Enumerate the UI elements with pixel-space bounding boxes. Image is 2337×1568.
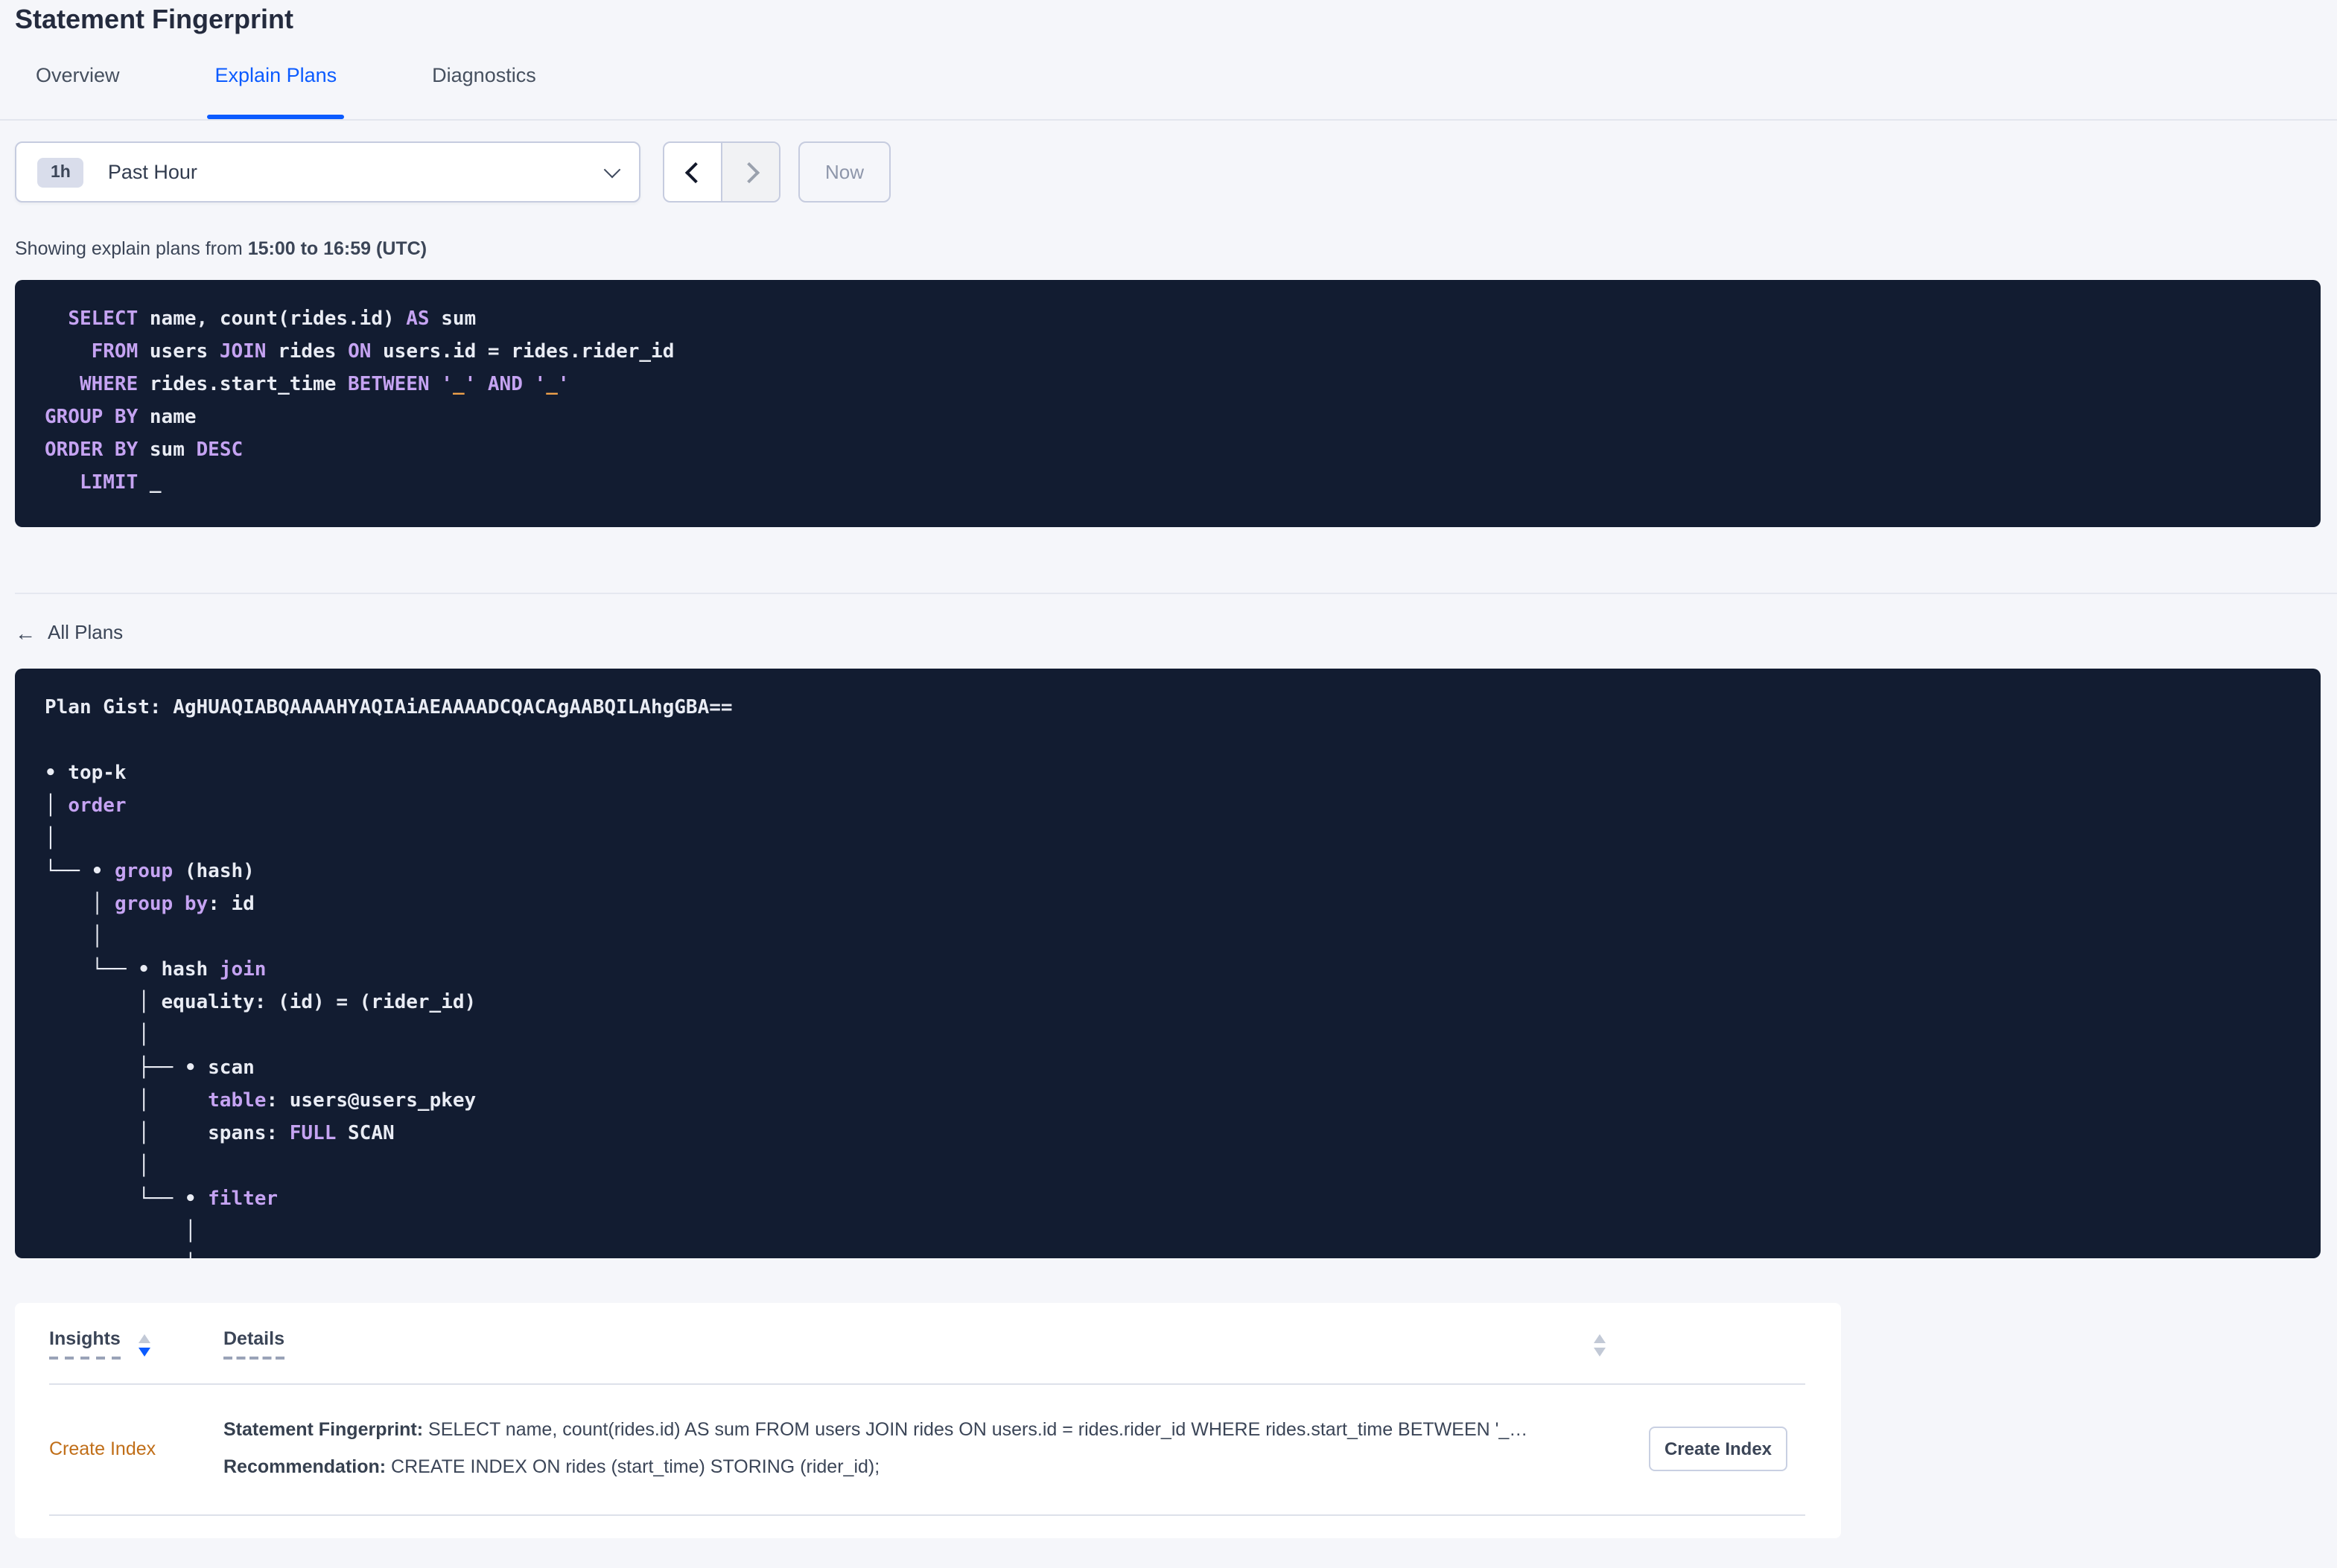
all-plans-back-link[interactable]: ← All Plans (15, 619, 123, 646)
time-controls: 1h Past Hour Now (15, 141, 2337, 203)
tab-bar: Overview Explain Plans Diagnostics (0, 54, 2337, 121)
recommendation-label: Recommendation: (223, 1456, 387, 1477)
back-arrow-icon: ← (15, 621, 36, 645)
page-title: Statement Fingerprint (15, 4, 294, 34)
sort-icon-insights[interactable] (138, 1334, 150, 1356)
time-range-summary: Showing explain plans from 15:00 to 16:5… (15, 238, 2337, 261)
statement-fingerprint-page: Statement Fingerprint Overview Explain P… (0, 0, 2337, 1568)
create-index-button[interactable]: Create Index (1649, 1427, 1787, 1471)
statement-fingerprint-label: Statement Fingerprint: (223, 1419, 424, 1440)
all-plans-label: All Plans (48, 621, 124, 643)
details-header-label[interactable]: Details (223, 1328, 284, 1360)
create-index-link[interactable]: Create Index (49, 1438, 156, 1459)
sort-asc-triangle (138, 1334, 150, 1343)
prev-time-button[interactable] (664, 143, 721, 201)
recommendation-text: CREATE INDEX ON rides (start_time) STORI… (386, 1456, 880, 1477)
time-range-select[interactable]: 1h Past Hour (15, 141, 640, 203)
statement-fingerprint-text: SELECT name, count(rides.id) AS sum FROM… (423, 1419, 1528, 1440)
details-column-header[interactable]: Details (223, 1328, 1619, 1360)
statement-fingerprint-line: Statement Fingerprint: SELECT name, coun… (223, 1419, 1619, 1441)
summary-range: 15:00 to 16:59 (UTC) (247, 238, 427, 259)
insights-header-label[interactable]: Insights (49, 1328, 121, 1360)
time-range-badge: 1h (37, 157, 84, 187)
details-cell: Statement Fingerprint: SELECT name, coun… (223, 1419, 1619, 1479)
section-divider (15, 593, 2337, 594)
sql-statement-box: SELECT name, count(rides.id) AS sum FROM… (15, 280, 2321, 527)
sort-desc-triangle (1594, 1347, 1606, 1356)
time-step-buttons (663, 141, 780, 203)
next-time-button[interactable] (721, 143, 779, 201)
insight-cell: Create Index (49, 1438, 223, 1459)
recommendation-line: Recommendation: CREATE INDEX ON rides (s… (223, 1456, 1619, 1479)
insights-column-header[interactable]: Insights (49, 1328, 223, 1360)
chevron-left-icon (684, 161, 706, 183)
summary-prefix: Showing explain plans from (15, 238, 248, 259)
tab-diagnostics[interactable]: Diagnostics (432, 54, 536, 119)
insights-card: Insights Details Create Index Statement … (15, 1303, 1841, 1538)
tab-explain-plans[interactable]: Explain Plans (207, 54, 344, 119)
chevron-right-icon (737, 161, 760, 183)
table-row: Create Index Statement Fingerprint: SELE… (49, 1385, 1805, 1516)
plan-gist-code: Plan Gist: AgHUAQIABQAAAAHYAQIAiAEAAAADC… (45, 697, 733, 1258)
sort-desc-triangle (138, 1347, 150, 1356)
time-range-label: Past Hour (107, 161, 197, 183)
now-button[interactable]: Now (798, 141, 891, 203)
sql-statement-code: SELECT name, count(rides.id) AS sum FROM… (45, 308, 675, 494)
chevron-down-icon (603, 160, 621, 178)
sort-icon-details[interactable] (1594, 1334, 1606, 1356)
plan-gist-box: Plan Gist: AgHUAQIABQAAAAHYAQIAiAEAAAADC… (15, 669, 2321, 1258)
insights-table-header: Insights Details (49, 1303, 1805, 1385)
tab-overview[interactable]: Overview (36, 54, 120, 119)
sort-asc-triangle (1594, 1334, 1606, 1343)
action-cell: Create Index (1619, 1427, 1805, 1471)
